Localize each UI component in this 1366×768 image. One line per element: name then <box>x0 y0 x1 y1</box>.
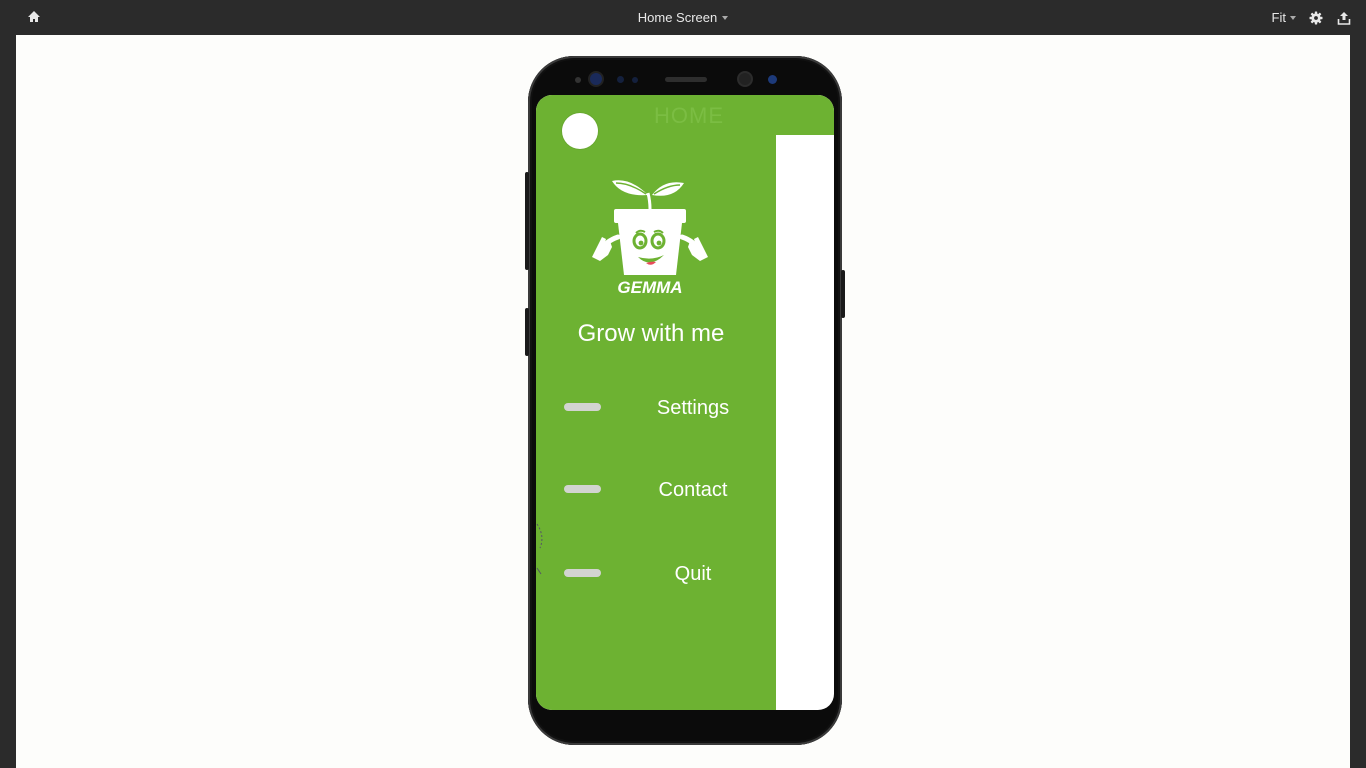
gear-icon[interactable] <box>1308 10 1324 26</box>
app-bar <box>776 95 834 135</box>
screen-selector[interactable]: Home Screen <box>637 10 729 25</box>
proximity-sensor <box>617 76 624 83</box>
zoom-label: Fit <box>1271 10 1286 25</box>
gemma-logo: GEMMA <box>592 180 708 297</box>
app-bar-title: HOME <box>654 103 724 128</box>
front-sensor <box>575 77 581 83</box>
bixby-button <box>525 172 529 270</box>
tagline: Grow with me <box>577 320 725 347</box>
menu-item-label: Quit <box>674 562 712 585</box>
menu-item-settings[interactable]: Settings <box>536 386 776 430</box>
screen-selector-wrap: Home Screen <box>0 0 1366 35</box>
zoom-selector[interactable]: Fit <box>1272 10 1296 25</box>
prototype-toolbar: Home Screen Fit <box>0 0 1366 35</box>
quit-icon <box>564 569 601 577</box>
menu-item-label: Settings <box>656 396 730 419</box>
light-sensor <box>632 77 638 83</box>
earpiece-speaker <box>665 77 707 82</box>
iris-scanner <box>590 73 602 85</box>
brand-name: GEMMA <box>617 278 682 297</box>
menu-item-label: Contact <box>658 478 728 501</box>
screen-title: Home Screen <box>637 10 718 25</box>
home-icon[interactable] <box>26 9 42 25</box>
upload-icon[interactable] <box>1336 10 1352 26</box>
front-camera <box>739 73 751 85</box>
profile-avatar[interactable] <box>562 113 598 149</box>
chevron-down-icon <box>722 16 729 20</box>
settings-icon <box>564 403 601 411</box>
power-button <box>841 270 845 318</box>
chevron-down-icon <box>1290 16 1296 20</box>
contact-icon <box>564 485 601 493</box>
app-screen: HOME GEMMA Grow with me Settings Contact… <box>536 95 834 710</box>
navigation-drawer: HOME GEMMA Grow with me Settings Contact… <box>536 95 776 710</box>
menu-item-contact[interactable]: Contact <box>536 468 776 512</box>
iris-camera <box>768 75 777 84</box>
volume-button <box>525 308 529 356</box>
toolbar-actions: Fit <box>1272 0 1352 35</box>
menu-item-quit[interactable]: Quit <box>536 552 776 596</box>
